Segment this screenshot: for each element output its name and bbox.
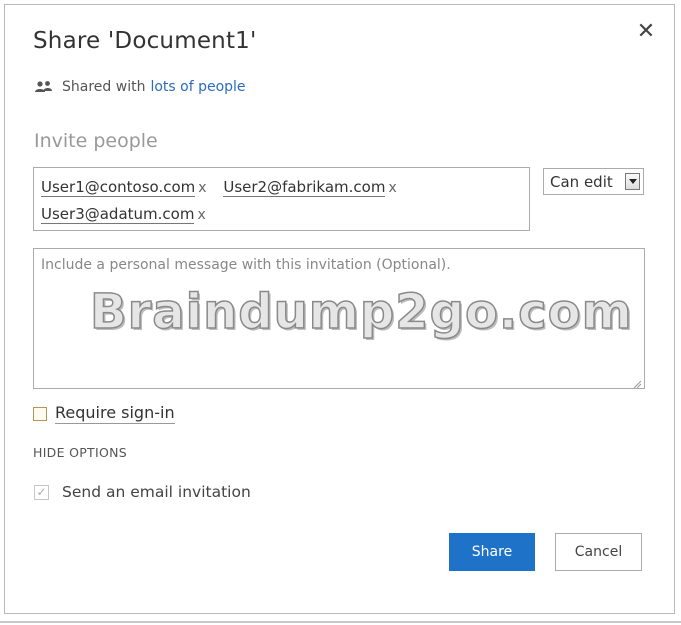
recipient-chip: User1@contoso.com x [41,174,207,201]
checkmark-icon[interactable]: ✓ [34,484,49,500]
send-email-label: Send an email invitation [62,483,251,501]
recipient-chip: User3@adatum.com x [41,201,206,228]
cancel-button[interactable]: Cancel [555,533,642,571]
require-signin-checkbox[interactable]: Require sign-in [33,403,175,424]
close-icon[interactable]: ✕ [634,20,658,44]
recipient-address[interactable]: User3@adatum.com [41,205,195,224]
remove-recipient-icon[interactable]: x [198,180,206,196]
remove-recipient-icon[interactable]: x [197,207,205,223]
shared-with-link[interactable]: lots of people [150,79,245,95]
hide-options-link[interactable]: HIDE OPTIONS [33,445,127,460]
checkbox-unchecked-icon[interactable] [33,406,47,421]
recipient-chip: User2@fabrikam.com x [223,174,397,201]
dialog-title: Share 'Document1' [33,28,257,54]
invite-people-input[interactable]: User1@contoso.com x User2@fabrikam.com x U… [33,167,530,231]
recipient-address[interactable]: User2@fabrikam.com [223,178,386,197]
shared-with-label: Shared with [62,79,146,95]
divider [0,621,681,623]
chevron-down-icon[interactable] [625,173,640,190]
resize-grip-icon[interactable] [633,377,642,389]
people-icon [34,80,54,94]
permission-select[interactable]: Can edit [543,168,644,195]
remove-recipient-icon[interactable]: x [388,180,396,196]
recipient-address[interactable]: User1@contoso.com [41,178,196,197]
send-email-checkbox[interactable]: ✓ Send an email invitation [34,483,251,501]
shared-with-row: Shared with lots of people [34,79,246,95]
message-placeholder: Include a personal message with this inv… [41,257,451,273]
share-button[interactable]: Share [449,533,535,571]
invite-people-label: Invite people [34,130,158,152]
permission-value: Can edit [550,172,613,191]
watermark: Braindump2go.com [89,283,633,341]
require-signin-label: Require sign-in [55,403,175,424]
